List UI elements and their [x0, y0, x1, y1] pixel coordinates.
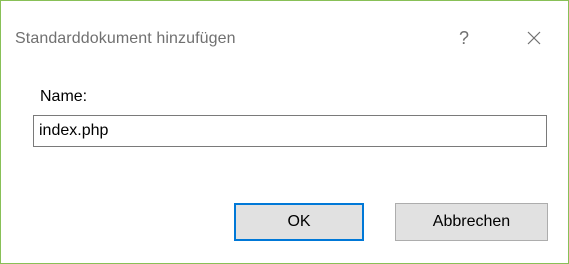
name-input[interactable] — [33, 115, 547, 147]
add-default-document-dialog: Standarddokument hinzufügen ? Name: OK A… — [0, 0, 569, 264]
title-bar: Standarddokument hinzufügen ? — [1, 1, 568, 69]
help-button[interactable]: ? — [449, 23, 479, 53]
dialog-title: Standarddokument hinzufügen — [15, 30, 236, 47]
close-button[interactable] — [519, 23, 549, 53]
name-label: Name: — [40, 88, 88, 105]
cancel-button[interactable]: Abbrechen — [395, 203, 548, 241]
close-icon — [527, 31, 541, 45]
ok-button[interactable]: OK — [234, 203, 364, 241]
